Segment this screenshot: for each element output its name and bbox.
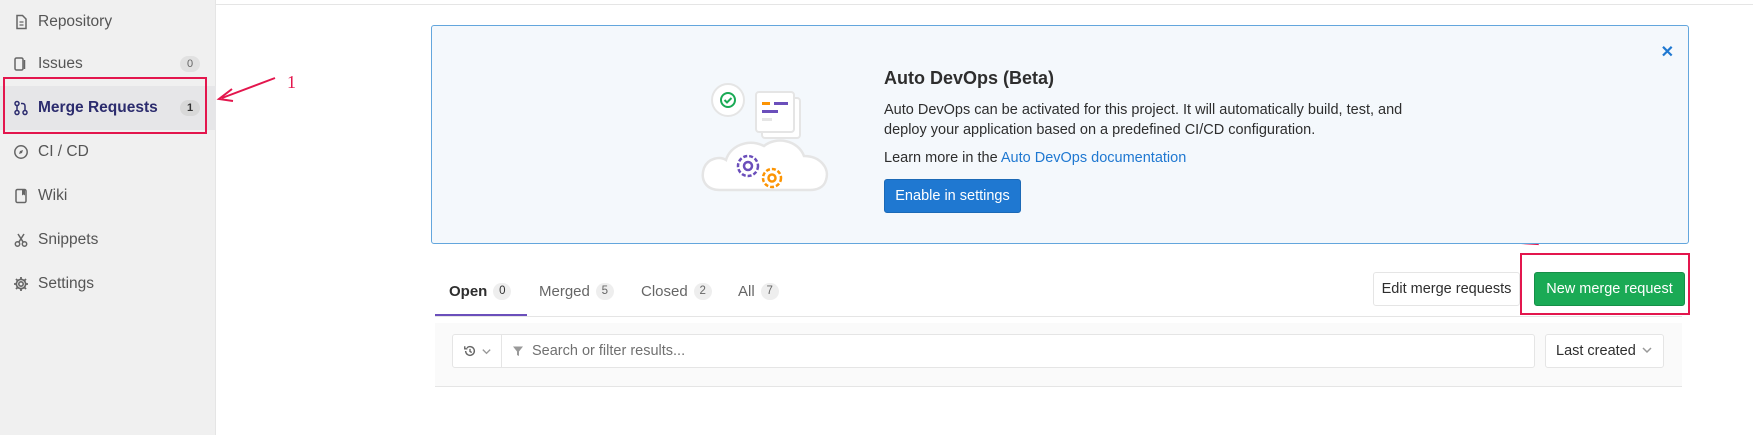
enable-in-settings-button[interactable]: Enable in settings [884, 179, 1021, 213]
sidebar-item-ci-cd[interactable]: CI / CD [0, 130, 216, 174]
tab-count-badge: 2 [693, 282, 712, 300]
banner-description: Auto DevOps can be activated for this pr… [884, 102, 1403, 138]
close-icon[interactable]: ✕ [1661, 42, 1674, 62]
search-filter-box[interactable] [501, 334, 1535, 368]
sidebar: Repository Issues 0 Merge Requests 1 CI … [0, 0, 216, 435]
sidebar-item-repository[interactable]: Repository [0, 0, 216, 44]
issues-icon [13, 56, 29, 72]
chevron-down-icon [1642, 347, 1652, 354]
learn-more-prefix: Learn more in the [884, 150, 998, 166]
sidebar-item-label: Repository [38, 13, 113, 30]
new-merge-request-button[interactable]: New merge request [1534, 272, 1685, 306]
gear-icon [13, 276, 29, 292]
search-input[interactable] [532, 343, 1432, 359]
sort-label: Last created [1556, 343, 1636, 359]
issues-count-badge: 0 [180, 56, 200, 72]
sidebar-item-label: Settings [38, 275, 95, 292]
tab-open[interactable]: Open 0 [449, 268, 512, 314]
annotation-step-1: 1 [287, 72, 296, 92]
tab-count-badge: 5 [595, 282, 614, 300]
history-icon [463, 345, 475, 357]
auto-devops-docs-link[interactable]: Auto DevOps documentation [1001, 150, 1186, 166]
tab-merged[interactable]: Merged 5 [539, 268, 614, 314]
tab-label: Merged [539, 282, 590, 300]
sort-dropdown[interactable]: Last created [1545, 334, 1664, 368]
sidebar-item-label: Wiki [38, 187, 68, 204]
tab-closed[interactable]: Closed 2 [641, 268, 712, 314]
sidebar-item-snippets[interactable]: Snippets [0, 218, 216, 262]
tab-count-badge: 7 [760, 282, 779, 300]
banner-learn-more: Learn more in the Auto DevOps documentat… [884, 150, 1186, 166]
annotation-highlight-merge-requests [3, 77, 207, 134]
document-icon [13, 14, 29, 30]
sidebar-item-label: CI / CD [38, 143, 89, 160]
auto-devops-banner: ✕ Auto DevOps (Beta) Auto DevOps can be … [431, 25, 1689, 244]
book-icon [13, 188, 29, 204]
recent-searches-dropdown[interactable] [452, 334, 502, 368]
tabs-divider [435, 316, 1682, 317]
tab-count-badge: 0 [493, 282, 512, 300]
banner-title: Auto DevOps (Beta) [884, 68, 1055, 88]
sidebar-item-wiki[interactable]: Wiki [0, 174, 216, 218]
sidebar-item-settings[interactable]: Settings [0, 262, 216, 306]
sidebar-item-label: Issues [38, 55, 83, 72]
filter-icon [513, 346, 523, 356]
tab-label: All [738, 282, 755, 300]
edit-merge-requests-button[interactable]: Edit merge requests [1373, 272, 1520, 306]
content-top-divider [216, 4, 1753, 5]
auto-devops-illustration-icon [701, 83, 829, 192]
scissors-icon [13, 232, 29, 248]
filter-bar: Last created [435, 323, 1682, 387]
sidebar-item-label: Snippets [38, 231, 99, 248]
chevron-down-icon [481, 348, 491, 354]
rocket-icon [13, 144, 29, 160]
tab-label: Closed [641, 282, 688, 300]
tab-label: Open [449, 282, 488, 300]
tab-all[interactable]: All 7 [738, 268, 779, 314]
